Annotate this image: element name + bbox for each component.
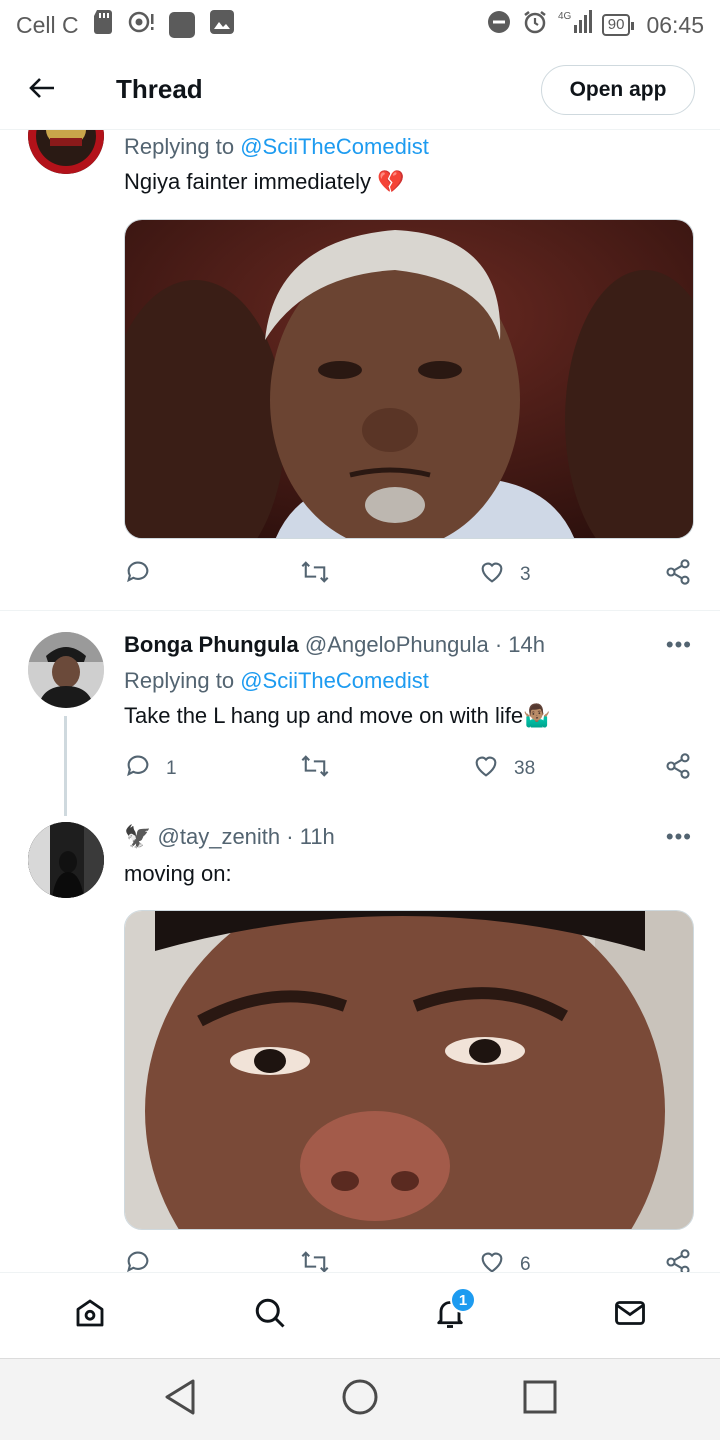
- signal-icon: 4G: [558, 9, 592, 41]
- dnd-icon: [486, 9, 512, 41]
- reply-button[interactable]: [124, 1245, 152, 1272]
- display-name[interactable]: Bonga Phungula: [124, 632, 299, 657]
- system-back-button[interactable]: [160, 1379, 200, 1419]
- reply-count: 1: [166, 758, 177, 779]
- open-app-button[interactable]: Open app: [541, 65, 695, 115]
- like-button[interactable]: 6: [478, 1245, 531, 1272]
- gallery-icon: [209, 9, 235, 41]
- replying-to: Replying to @SciiTheComedist: [124, 668, 429, 693]
- reply-icon: [124, 1248, 152, 1272]
- like-count: 6: [520, 1254, 531, 1272]
- share-button[interactable]: [664, 1245, 692, 1272]
- battery-indicator: 90: [601, 14, 635, 36]
- alarm-icon: [522, 9, 548, 41]
- tweet-photo[interactable]: [124, 910, 694, 1230]
- notification-badge: 1: [450, 1287, 476, 1313]
- back-arrow-icon: [28, 76, 56, 105]
- tweet-actions: 1 38: [124, 749, 694, 789]
- like-button[interactable]: 38: [472, 749, 535, 789]
- like-count: 3: [520, 564, 531, 585]
- square-recents-icon: [523, 1380, 557, 1419]
- bottom-nav: 1: [0, 1272, 720, 1358]
- svg-text:4G: 4G: [558, 11, 572, 22]
- mention-link[interactable]: @SciiTheComedist: [240, 668, 429, 693]
- system-navigation-bar: [0, 1358, 720, 1440]
- app-notification-icon: [168, 12, 195, 38]
- top-header: Thread Open app: [0, 50, 720, 130]
- reply-button[interactable]: [124, 555, 152, 595]
- reply-icon: [124, 558, 152, 592]
- avatar[interactable]: [28, 632, 104, 708]
- retweet-icon: [300, 558, 330, 592]
- sd-card-icon: [93, 10, 113, 40]
- tweet-actions: 6: [124, 1245, 694, 1272]
- like-count: 38: [514, 758, 536, 779]
- tweet-text: Ngiya fainter immediately 💔: [124, 169, 405, 194]
- tweet-photo[interactable]: [124, 219, 694, 539]
- thread-connector: [64, 716, 67, 816]
- triangle-back-icon: [163, 1378, 197, 1421]
- more-options-icon[interactable]: •••: [666, 632, 692, 658]
- tweet-divider: [0, 610, 720, 611]
- tweet-meta: 🦅 @tay_zenith · 11h: [124, 822, 694, 852]
- system-recents-button[interactable]: [520, 1379, 560, 1419]
- replying-to: Replying to @SciiTheComedist: [124, 134, 429, 159]
- like-button[interactable]: 3: [478, 555, 531, 595]
- tweet-meta: Bonga Phungula @AngeloPhungula · 14h: [124, 630, 694, 660]
- share-button[interactable]: [664, 749, 692, 789]
- nav-home[interactable]: [70, 1295, 110, 1335]
- shrug-emoji: 🤷🏽‍♂️: [523, 703, 551, 728]
- back-button[interactable]: [22, 70, 62, 110]
- reply-button[interactable]: 1: [124, 749, 177, 789]
- share-button[interactable]: [664, 555, 692, 595]
- more-options-icon[interactable]: •••: [666, 824, 692, 850]
- mail-icon: [612, 1295, 648, 1336]
- tweet-time: · 14h: [494, 632, 545, 657]
- clock: 06:45: [646, 11, 704, 38]
- eagle-emoji-icon: 🦅: [124, 824, 152, 849]
- retweet-button[interactable]: [300, 749, 330, 789]
- reply-icon: [124, 752, 152, 786]
- user-handle[interactable]: @AngeloPhungula: [305, 632, 489, 657]
- status-bar: Cell C 4G 90 06:45: [0, 0, 720, 50]
- hotspot-icon: [127, 10, 155, 40]
- share-icon: [664, 558, 692, 592]
- tweet-actions: 3: [124, 555, 694, 595]
- user-handle[interactable]: @tay_zenith: [158, 824, 281, 849]
- system-home-button[interactable]: [340, 1379, 380, 1419]
- broken-heart-emoji: 💔: [377, 169, 405, 194]
- home-icon: [72, 1295, 108, 1336]
- tweet-time: · 11h: [286, 824, 335, 849]
- share-icon: [664, 752, 692, 786]
- tweet-text: Take the L hang up and move on with life…: [124, 703, 551, 728]
- mention-link[interactable]: @SciiTheComedist: [240, 134, 429, 159]
- avatar[interactable]: [28, 822, 104, 898]
- retweet-icon: [300, 1248, 330, 1272]
- heart-icon: [478, 558, 506, 592]
- search-icon: [252, 1295, 288, 1336]
- tweet-text: moving on:: [124, 861, 232, 886]
- retweet-icon: [300, 752, 330, 786]
- share-icon: [664, 1248, 692, 1272]
- retweet-button[interactable]: [300, 555, 330, 595]
- carrier-label: Cell C: [16, 11, 79, 38]
- nav-search[interactable]: [250, 1295, 290, 1335]
- nav-messages[interactable]: [610, 1295, 650, 1335]
- retweet-button[interactable]: [300, 1245, 330, 1272]
- circle-home-icon: [341, 1378, 379, 1421]
- heart-icon: [472, 752, 500, 786]
- heart-icon: [478, 1248, 506, 1272]
- page-title: Thread: [116, 74, 203, 104]
